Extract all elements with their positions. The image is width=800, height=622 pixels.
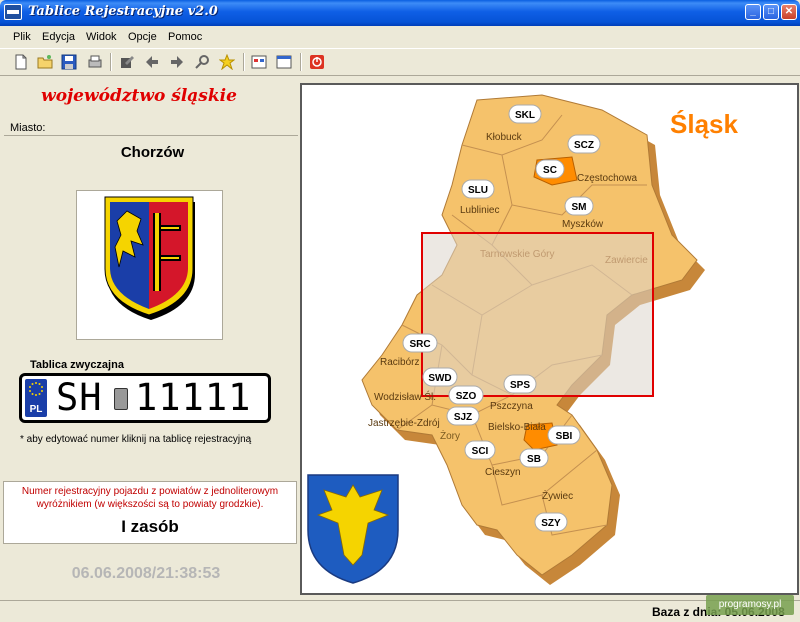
toolbar-separator <box>243 53 245 71</box>
open-folder-icon[interactable] <box>37 54 53 70</box>
close-button[interactable]: ✕ <box>781 4 797 20</box>
new-icon[interactable] <box>13 54 29 70</box>
resource-box: Numer rejestracyjny pojazdu z powiatów z… <box>3 481 297 544</box>
search-icon[interactable] <box>194 54 210 70</box>
save-icon[interactable] <box>61 54 77 70</box>
code-marker-szo[interactable]: SZO <box>448 385 484 405</box>
minimize-button[interactable]: _ <box>745 4 761 20</box>
edit-icon[interactable] <box>119 54 135 70</box>
menu-edycja[interactable]: Edycja <box>42 31 75 43</box>
city-label: Miasto: <box>10 122 46 134</box>
code-label: SCI <box>472 446 489 457</box>
app-icon[interactable] <box>4 4 22 20</box>
status-bar: Baza z dnia: 05.06.2008 <box>0 600 800 622</box>
plate-prefix: SH <box>56 376 103 419</box>
eu-band: PL <box>25 379 47 417</box>
print-icon[interactable] <box>87 54 103 70</box>
city-crest-frame <box>76 190 223 340</box>
menu-plik[interactable]: Plik <box>13 31 31 43</box>
code-label: SKL <box>515 110 535 121</box>
code-label: SB <box>527 454 541 465</box>
code-label: SJZ <box>454 412 472 423</box>
resource-value: I zasób <box>121 517 179 536</box>
plate-country: PL <box>29 404 43 415</box>
code-label: SRC <box>409 339 430 350</box>
watermark: programosy.pl <box>706 595 794 615</box>
town-label: Pszczyna <box>490 401 533 412</box>
town-label: Żywiec <box>542 489 573 502</box>
datetime: 06.06.2008/21:38:53 <box>71 565 221 582</box>
plate-caption: Tablica zwyczajna <box>30 359 124 371</box>
region-title: Śląsk <box>670 109 738 139</box>
star-icon[interactable] <box>219 54 235 70</box>
code-label: SPS <box>510 380 530 391</box>
exit-icon[interactable] <box>309 54 325 70</box>
label-zawiercie: Zawiercie <box>605 255 648 266</box>
silesia-crest-icon <box>307 474 399 584</box>
town-label: Racibórz <box>380 357 419 368</box>
list-view-icon[interactable] <box>276 54 292 70</box>
back-arrow-icon[interactable] <box>144 54 160 70</box>
town-label: Lubliniec <box>460 205 499 216</box>
plate-note: * aby edytować numer kliknij na tablicę … <box>20 434 252 445</box>
town-label: Myszków <box>562 219 604 230</box>
town-label: Jastrzębie-Zdrój <box>368 418 440 429</box>
forward-arrow-icon[interactable] <box>169 54 185 70</box>
code-label: SCZ <box>574 140 594 151</box>
menu-bar: Plik Edycja Widok Opcje Pomoc <box>0 26 800 48</box>
toolbar-separator <box>110 53 112 71</box>
license-plate[interactable]: PL SH 11111 <box>19 373 271 423</box>
town-label: Wodzisław Śl. <box>374 390 436 403</box>
window-title: Tablice Rejestracyjne v2.0 <box>28 4 218 19</box>
silesia-map[interactable]: Śląsk Tarnowskie Góry Zawiercie Żory SKL… <box>302 85 799 595</box>
town-label: Kłobuck <box>486 132 523 143</box>
code-marker-scz[interactable]: SCZ <box>567 134 601 154</box>
town-label: Częstochowa <box>577 173 637 184</box>
title-bar[interactable]: Tablice Rejestracyjne v2.0 _ □ ✕ <box>0 0 800 26</box>
resource-description: Numer rejestracyjny pojazdu z powiatów z… <box>21 486 279 510</box>
menu-opcje[interactable]: Opcje <box>128 31 157 43</box>
grid-view-icon[interactable] <box>251 54 267 70</box>
menu-pomoc[interactable]: Pomoc <box>168 31 202 43</box>
code-label: SZY <box>541 518 561 529</box>
map-panel[interactable]: Śląsk Tarnowskie Góry Zawiercie Żory SKL… <box>300 83 799 595</box>
plate-number: 11111 <box>135 376 252 419</box>
code-label: SBI <box>556 431 573 442</box>
toolbar <box>0 48 800 76</box>
chorzow-crest-icon <box>104 196 195 320</box>
code-label: SC <box>543 165 557 176</box>
code-label: SZO <box>456 391 477 402</box>
code-label: SWD <box>428 373 451 384</box>
left-panel: województwo śląskie Miasto: Chorzów Tabl… <box>0 80 300 600</box>
town-label: Bielsko-Biała <box>488 422 546 433</box>
code-label: SLU <box>468 185 488 196</box>
city-name: Chorzów <box>120 144 185 161</box>
voivodeship-title: województwo śląskie <box>41 86 237 106</box>
code-marker-sb[interactable]: SB <box>519 448 549 468</box>
plate-sticker-icon <box>114 388 128 410</box>
label-tarnowskie: Tarnowskie Góry <box>480 249 554 260</box>
code-label: SM <box>572 202 587 213</box>
menu-widok[interactable]: Widok <box>86 31 117 43</box>
toolbar-separator <box>300 53 302 71</box>
maximize-button[interactable]: □ <box>763 4 779 20</box>
divider <box>4 135 298 136</box>
town-label: Cieszyn <box>485 467 521 478</box>
eu-stars-icon <box>29 382 43 396</box>
label-zory: Żory <box>440 429 460 442</box>
